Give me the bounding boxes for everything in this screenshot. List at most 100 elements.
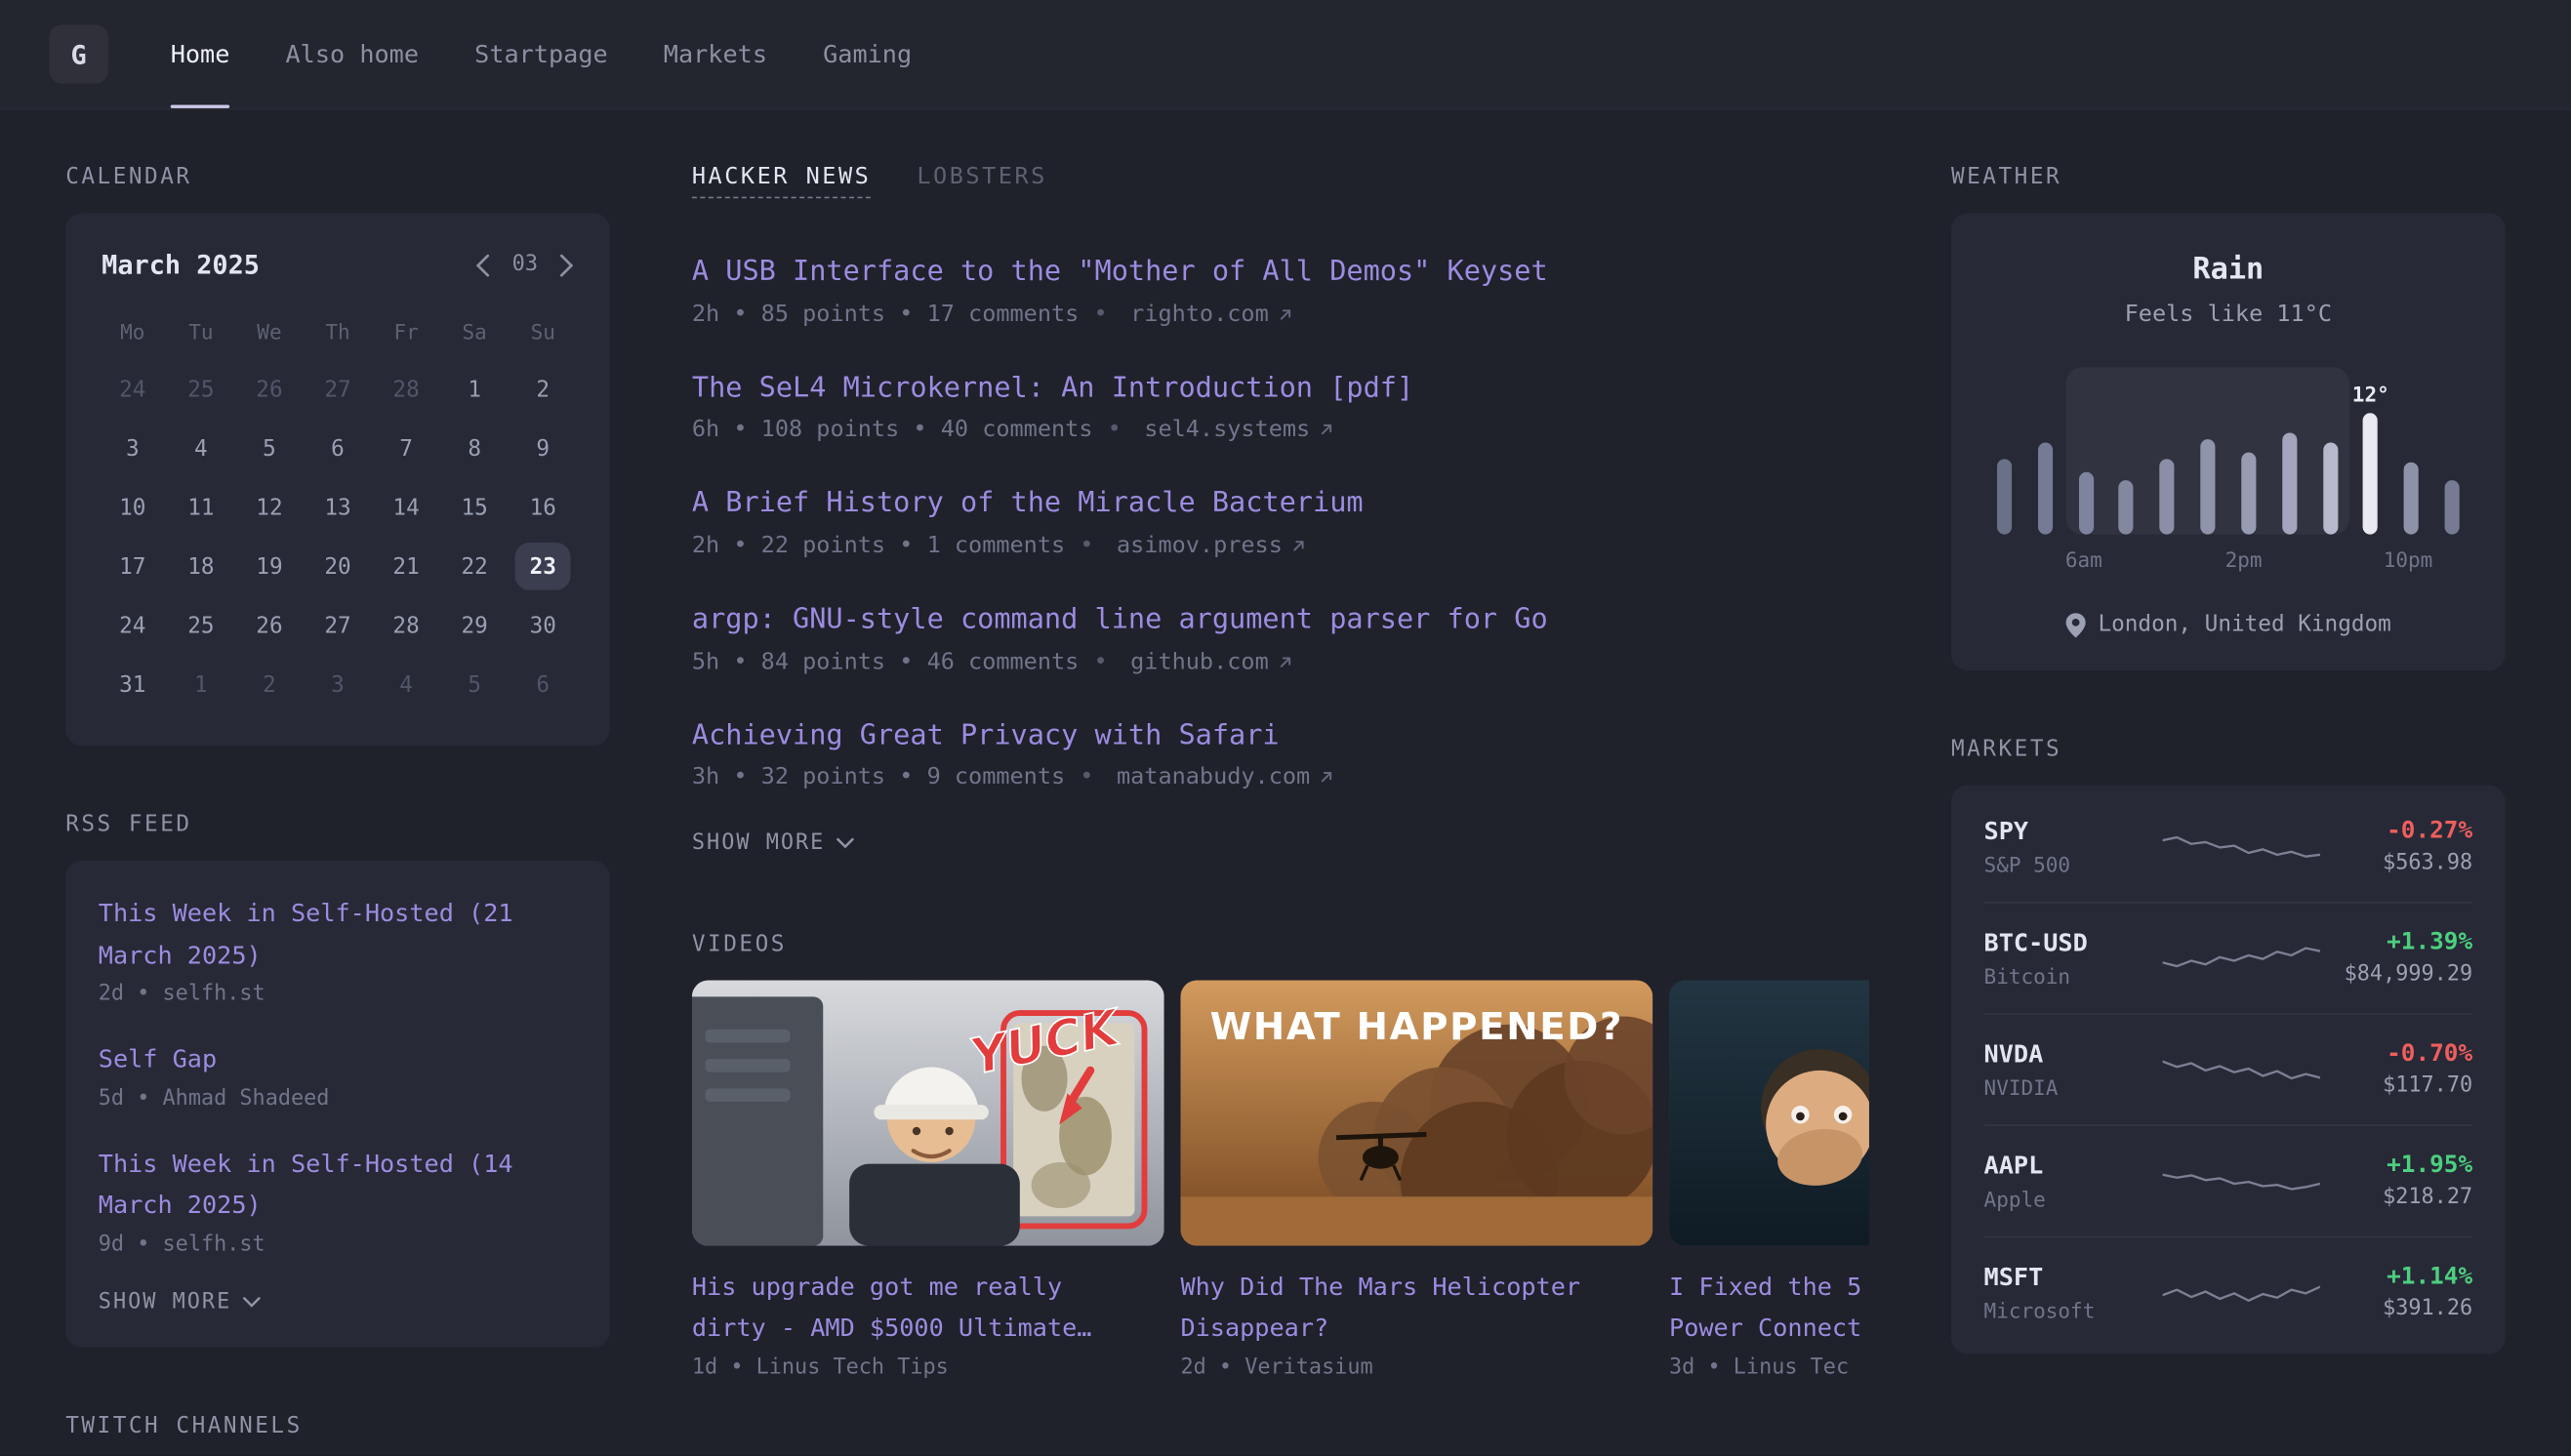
market-row[interactable]: AAPL Apple +1.95% $218.27 <box>1984 1124 2473 1235</box>
news-item-title[interactable]: The SeL4 Microkernel: An Introduction [p… <box>692 368 1413 408</box>
weather-time-label <box>1984 547 2024 572</box>
news-item-source-link[interactable]: asimov.press <box>1065 533 1307 559</box>
market-row[interactable]: NVDA NVIDIA -0.70% $117.70 <box>1984 1013 2473 1124</box>
calendar-day: 14 <box>372 479 440 537</box>
nav-tab-also-home[interactable]: Also home <box>285 0 419 108</box>
rss-item[interactable]: Self Gap 5d • Ahmad Shadeed <box>99 1039 578 1111</box>
news-item-stats: 6h • 108 points • 40 comments <box>692 417 1093 443</box>
videos-section-title: VIDEOS <box>692 931 1869 957</box>
videos-row: YUCK His upgrade got me really dirty - A… <box>692 981 1869 1380</box>
tab-lobsters[interactable]: LOBSTERS <box>917 164 1046 197</box>
external-link-icon <box>1277 306 1293 323</box>
weather-location-label: London, United Kingdom <box>2098 612 2390 638</box>
weather-bar-slot: 12° <box>2350 382 2391 534</box>
top-nav: G Home Also home Startpage Markets Gamin… <box>0 0 2571 108</box>
weekday-label: Mo <box>99 320 167 344</box>
show-more-label: SHOW MORE <box>99 1289 231 1314</box>
video-title[interactable]: I Fixed the 5 Power Connect <box>1669 1268 1869 1349</box>
market-sparkline <box>2162 1159 2319 1202</box>
weather-bar-slot <box>2106 480 2147 534</box>
news-item-title[interactable]: Achieving Great Privacy with Safari <box>692 715 1280 755</box>
market-ticker: SPY <box>1984 817 2163 846</box>
calendar-day: 20 <box>304 538 372 595</box>
rss-item-title[interactable]: This Week in Self-Hosted (21 March 2025) <box>99 893 578 977</box>
video-thumbnail[interactable]: DO T T <box>1669 981 1869 1246</box>
market-sparkline <box>2162 1048 2319 1091</box>
market-row[interactable]: SPY S&P 500 -0.27% $563.98 <box>1984 791 2473 902</box>
news-item-title[interactable]: A USB Interface to the "Mother of All De… <box>692 253 1548 293</box>
calendar-day: 6 <box>509 656 577 713</box>
news-item-source-link[interactable]: matanabudy.com <box>1065 764 1334 790</box>
calendar-grid: 2425262728123456789101112131415161718192… <box>99 361 578 713</box>
calendar-section-title: CALENDAR <box>65 164 610 190</box>
weather-bar-slot <box>2024 443 2065 535</box>
calendar-day: 25 <box>167 596 235 654</box>
weather-bar-slot <box>2391 463 2432 535</box>
weather-time-label <box>2264 547 2304 572</box>
calendar-day: 1 <box>167 656 235 713</box>
news-item: A Brief History of the Miracle Bacterium… <box>692 484 1869 559</box>
weather-bar-slot <box>1984 459 2025 534</box>
calendar-day: 19 <box>235 538 304 595</box>
rss-item[interactable]: This Week in Self-Hosted (21 March 2025)… <box>99 893 578 1006</box>
news-item-source-link[interactable]: righto.com <box>1079 301 1293 327</box>
news-item-stats: 2h • 85 points • 17 comments <box>692 301 1079 327</box>
weather-time-label <box>2304 547 2344 572</box>
video-meta: 1d • Linus Tech Tips <box>692 1355 1164 1380</box>
weather-card: Rain Feels like 11°C 12° 6am2pm10pm Lond… <box>1951 213 2506 670</box>
rss-item-title[interactable]: This Week in Self-Hosted (14 March 2025) <box>99 1144 578 1228</box>
video-meta: 3d • Linus Tec <box>1669 1355 1869 1380</box>
weather-temp-bar <box>2200 439 2215 534</box>
news-item-source: github.com <box>1130 648 1269 674</box>
tab-hacker-news[interactable]: HACKER NEWS <box>692 164 871 198</box>
video-thumbnail[interactable]: YUCK <box>692 981 1164 1246</box>
weather-temp-bar <box>2241 453 2256 535</box>
news-item-source-link[interactable]: sel4.systems <box>1092 417 1334 443</box>
weather-temp-bar <box>2445 480 2460 534</box>
video-thumbnail[interactable]: WHAT HAPPENED? <box>1180 981 1653 1246</box>
calendar-day: 27 <box>304 361 372 419</box>
video-card: YUCK His upgrade got me really dirty - A… <box>692 981 1164 1380</box>
nav-tab-startpage[interactable]: Startpage <box>474 0 608 108</box>
calendar-day: 21 <box>372 538 440 595</box>
calendar-day: 29 <box>440 596 509 654</box>
market-name: NVIDIA <box>1984 1075 2163 1100</box>
calendar-month-label: March 2025 <box>102 249 260 280</box>
nav-tab-gaming[interactable]: Gaming <box>823 0 912 108</box>
weather-time-label <box>2344 547 2384 572</box>
market-name: Microsoft <box>1984 1298 2163 1322</box>
calendar-header: March 2025 03 <box>99 246 578 280</box>
rss-show-more-button[interactable]: SHOW MORE <box>99 1289 262 1314</box>
news-item-meta: 6h • 108 points • 40 comments sel4.syste… <box>692 417 1869 443</box>
calendar-current-month-button[interactable]: 03 <box>512 253 538 277</box>
news-item-title[interactable]: argp: GNU-style command line argument pa… <box>692 600 1548 640</box>
video-title[interactable]: His upgrade got me really dirty - AMD $5… <box>692 1268 1164 1349</box>
twitch-section-title: TWITCH CHANNELS <box>65 1412 610 1438</box>
calendar-day: 4 <box>372 656 440 713</box>
nav-tab-home[interactable]: Home <box>171 0 230 108</box>
market-row[interactable]: BTC-USD Bitcoin +1.39% $84,999.29 <box>1984 902 2473 1013</box>
show-more-label: SHOW MORE <box>692 831 825 856</box>
calendar-day: 7 <box>372 420 440 477</box>
market-ticker: NVDA <box>1984 1039 2163 1069</box>
hacker-news-list: A USB Interface to the "Mother of All De… <box>692 253 1869 790</box>
news-item-source-link[interactable]: github.com <box>1079 648 1293 674</box>
video-title[interactable]: Why Did The Mars Helicopter Disappear? <box>1180 1268 1653 1349</box>
news-show-more-button[interactable]: SHOW MORE <box>692 831 855 856</box>
chevron-left-icon[interactable] <box>476 254 491 277</box>
market-change: -0.70% <box>2320 1041 2473 1068</box>
app-logo[interactable]: G <box>49 24 107 83</box>
nav-tab-markets[interactable]: Markets <box>664 0 767 108</box>
calendar-day: 5 <box>440 656 509 713</box>
rss-item-title[interactable]: Self Gap <box>99 1039 578 1081</box>
calendar-day: 27 <box>304 596 372 654</box>
news-item-title[interactable]: A Brief History of the Miracle Bacterium <box>692 484 1364 524</box>
weather-chart: 12° <box>1984 377 2473 534</box>
market-sparkline <box>2162 1272 2319 1314</box>
rss-item[interactable]: This Week in Self-Hosted (14 March 2025)… <box>99 1144 578 1257</box>
weather-bar-slot <box>2065 472 2106 535</box>
news-item-source: sel4.systems <box>1144 417 1310 443</box>
market-row[interactable]: MSFT Microsoft +1.14% $391.26 <box>1984 1236 2473 1348</box>
chevron-right-icon[interactable] <box>559 254 574 277</box>
news-item: Achieving Great Privacy with Safari 3h •… <box>692 715 1869 790</box>
